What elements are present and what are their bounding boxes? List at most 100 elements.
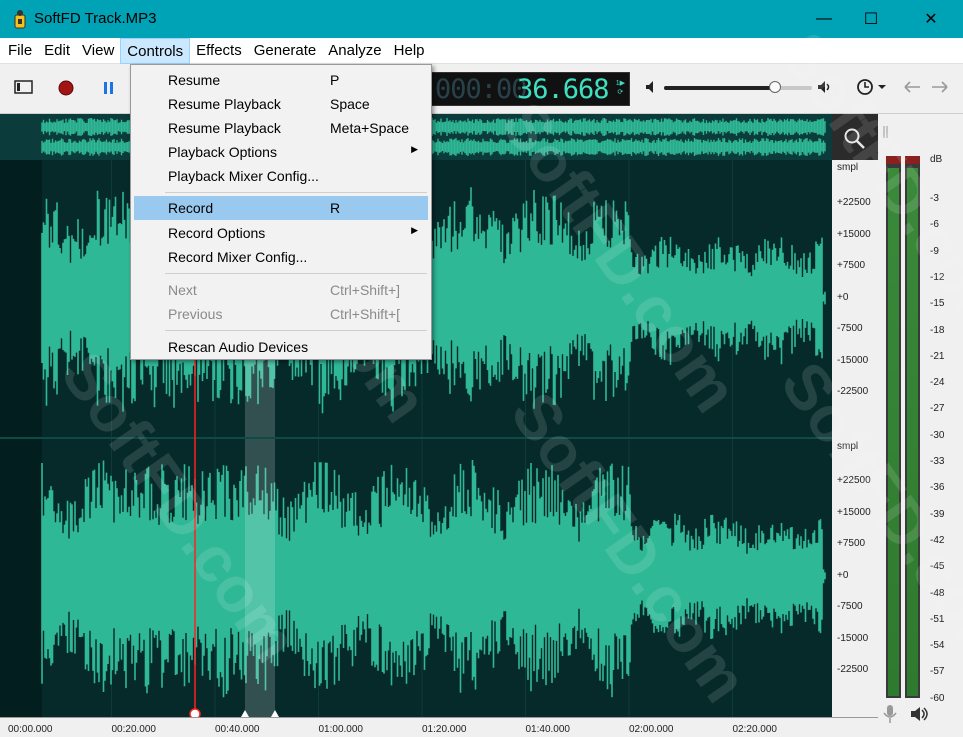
submenu-arrow-icon: ▶ xyxy=(411,225,418,235)
menu-effects[interactable]: Effects xyxy=(190,38,248,64)
amplitude-tick-label: +15000 xyxy=(837,506,871,518)
time-display: 000:00 36.668 1▶ ⟳ xyxy=(430,72,630,106)
db-tick-label: -33 xyxy=(930,456,945,467)
amplitude-tick-label: -7500 xyxy=(837,601,863,612)
menu-item-resume[interactable]: Resume P xyxy=(134,68,428,92)
menu-edit[interactable]: Edit xyxy=(38,38,76,64)
controls-menu: Resume P Resume Playback Space Resume Play… xyxy=(130,64,432,360)
menu-help[interactable]: Help xyxy=(388,38,431,64)
level-meter: dB -3 -6 -9 -12 -15 -18 -21 -24 -27 -30 -33 -36 -39 -… xyxy=(878,114,963,737)
meter-bar-left xyxy=(886,156,901,698)
window-title: SoftFD Track.MP3 xyxy=(34,10,157,27)
menu-file[interactable]: File xyxy=(2,38,38,64)
db-tick-label: -27 xyxy=(930,403,945,415)
submenu-arrow-icon: ▶ xyxy=(411,144,418,154)
time-tick-label: 00:20.000 xyxy=(111,724,157,735)
amplitude-tick-label: -15000 xyxy=(837,632,869,644)
menu-item-playback-options[interactable]: Playback Options ▶ xyxy=(134,140,428,164)
db-tick-label: -48 xyxy=(930,587,945,599)
volume-slider-fill xyxy=(664,86,775,90)
menu-separator xyxy=(165,273,427,274)
db-tick-label: -9 xyxy=(930,245,939,257)
time-tick-label: 02:00.000 xyxy=(629,724,674,735)
amplitude-tick-label: -22500 xyxy=(837,386,869,397)
db-tick-label: -51 xyxy=(930,613,945,625)
time-tick-label: 00:40.000 xyxy=(215,724,260,735)
menu-item-rescan-audio-devices[interactable]: Rescan Audio Devices xyxy=(134,335,428,359)
db-tick-label: -15 xyxy=(930,298,945,310)
time-display-leading: 000:00 xyxy=(435,74,528,105)
volume-slider-handle[interactable] xyxy=(769,81,781,93)
menu-controls[interactable]: Controls xyxy=(120,37,191,64)
time-tick-label: 01:20.000 xyxy=(422,724,467,735)
meter-grip-icon xyxy=(883,126,888,138)
amplitude-tick-label: +7500 xyxy=(837,260,866,271)
volume-slider-track[interactable] xyxy=(664,86,812,90)
db-tick-label: -42 xyxy=(930,534,945,546)
close-button[interactable]: ✕ xyxy=(908,0,954,38)
forward-arrow-icon[interactable] xyxy=(931,81,949,93)
db-tick-label: -12 xyxy=(930,271,945,283)
amplitude-tick-label: +0 xyxy=(837,291,849,303)
amplitude-tick-label: +7500 xyxy=(837,538,866,549)
menu-item-next[interactable]: Next Ctrl+Shift+] xyxy=(134,278,428,302)
speaker-low-icon xyxy=(646,81,653,93)
playhead-handle[interactable] xyxy=(189,708,201,717)
menu-generate[interactable]: Generate xyxy=(248,38,323,64)
minimize-button[interactable]: — xyxy=(801,0,847,38)
amplitude-tick-label: -22500 xyxy=(837,664,869,675)
amplitude-tick-label: +0 xyxy=(837,569,849,581)
menu-bar: File Edit View Controls Effects Generate… xyxy=(0,37,963,64)
db-tick-label: -57 xyxy=(930,666,945,678)
menu-view[interactable]: View xyxy=(76,38,120,64)
app-logo-icon xyxy=(14,10,26,29)
back-arrow-icon[interactable] xyxy=(904,81,922,93)
speaker-high-icon xyxy=(818,81,830,93)
db-tick-label: -45 xyxy=(930,561,945,573)
pause-icon[interactable] xyxy=(101,80,117,96)
microphone-icon[interactable] xyxy=(882,704,898,724)
toggle-sidebar-icon[interactable] xyxy=(14,79,34,95)
amplitude-tick-label: +22500 xyxy=(837,475,871,486)
menu-item-record[interactable]: Record R xyxy=(134,196,428,220)
db-tick-label: -36 xyxy=(930,482,945,494)
db-tick-label: -18 xyxy=(930,324,945,336)
db-tick-label: -54 xyxy=(930,640,945,652)
menu-item-playback-mixer-config[interactable]: Playback Mixer Config... xyxy=(134,164,428,188)
menu-item-resume-playback[interactable]: Resume Playback Space xyxy=(134,92,428,116)
amplitude-tick-label: +15000 xyxy=(837,228,871,240)
time-tick-label: 01:00.000 xyxy=(318,724,364,735)
db-tick-label: -6 xyxy=(930,219,939,231)
amplitude-tick-label: -7500 xyxy=(837,323,863,334)
meter-unit: dB xyxy=(930,154,943,165)
menu-item-record-options[interactable]: Record Options ▶ xyxy=(134,221,428,245)
amplitude-tick-label: +22500 xyxy=(837,197,871,208)
menu-item-previous[interactable]: Previous Ctrl+Shift+[ xyxy=(134,302,428,326)
maximize-button[interactable]: ☐ xyxy=(848,0,894,38)
time-tick-label: 02:20.000 xyxy=(732,724,778,735)
db-tick-label: -24 xyxy=(930,377,945,389)
time-tick-label: 01:40.000 xyxy=(525,724,571,735)
db-tick-label: -21 xyxy=(930,350,945,362)
time-display-value: 36.668 xyxy=(517,74,610,105)
amplitude-ruler: smpl +22500 +15000 +7500 +0 -7500 -15000 -2250… xyxy=(832,160,878,717)
record-icon[interactable] xyxy=(57,79,75,97)
menu-item-resume-playback-meta[interactable]: Resume Playback Meta+Space xyxy=(134,116,428,140)
db-tick-label: -3 xyxy=(930,193,939,204)
db-tick-label: -60 xyxy=(930,692,945,704)
magnifier-icon[interactable] xyxy=(843,127,867,151)
speaker-icon[interactable] xyxy=(909,706,931,722)
time-tick-label: 00:00.000 xyxy=(8,724,53,735)
menu-analyze[interactable]: Analyze xyxy=(322,38,387,64)
clock-dropdown-icon[interactable] xyxy=(856,78,888,96)
menu-item-record-mixer-config[interactable]: Record Mixer Config... xyxy=(134,245,428,269)
menu-separator xyxy=(165,330,427,331)
time-ruler[interactable]: 00:00.000 00:20.000 00:40.000 01:00.000 01:2… xyxy=(0,717,878,737)
amplitude-tick-label: -15000 xyxy=(837,354,869,366)
amplitude-unit-top: smpl xyxy=(837,162,859,173)
time-display-indicator: 1▶ ⟳ xyxy=(615,80,625,96)
menu-separator xyxy=(165,192,427,193)
db-tick-label: -30 xyxy=(930,429,945,441)
db-tick-label: -39 xyxy=(930,508,945,520)
meter-bar-right xyxy=(905,156,920,698)
